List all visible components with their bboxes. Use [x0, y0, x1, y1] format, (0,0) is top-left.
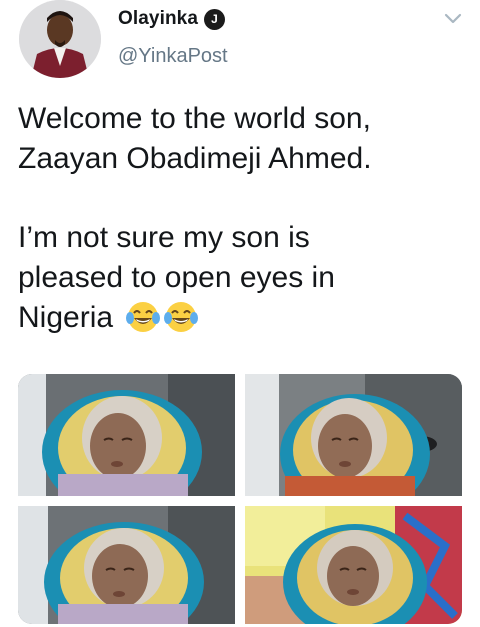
tweet-text: Welcome to the world son, Zaayan Obadime…	[18, 99, 468, 338]
tears-of-joy-emoji-icon	[164, 302, 199, 332]
media-photo[interactable]	[18, 506, 235, 624]
verified-badge-icon: J	[204, 8, 226, 30]
tweet-line: I’m not sure my son is	[18, 221, 310, 254]
avatar[interactable]	[19, 0, 101, 78]
tweet-line: Welcome to the world son,	[18, 102, 371, 135]
tweet-paragraph-2: I’m not sure my son is pleased to open e…	[18, 218, 468, 338]
user-handle[interactable]: @YinkaPost	[118, 45, 228, 68]
chevron-down-icon[interactable]	[441, 10, 465, 28]
tweet-header: Olayinka J @YinkaPost	[0, 0, 480, 90]
media-photo[interactable]	[245, 506, 462, 624]
tweet-line: Zaayan Obadimeji Ahmed.	[18, 142, 372, 175]
media-photo[interactable]	[245, 374, 462, 496]
display-name[interactable]: Olayinka	[118, 8, 198, 30]
media-grid	[18, 374, 462, 624]
emoji-row	[125, 299, 199, 335]
display-name-row: Olayinka J	[118, 8, 226, 30]
tears-of-joy-emoji-icon	[126, 302, 161, 332]
tweet-line: pleased to open eyes in	[18, 261, 335, 294]
tweet-line: Nigeria	[18, 301, 114, 334]
media-photo[interactable]	[18, 374, 235, 496]
tweet-paragraph-1: Welcome to the world son, Zaayan Obadime…	[18, 99, 468, 179]
